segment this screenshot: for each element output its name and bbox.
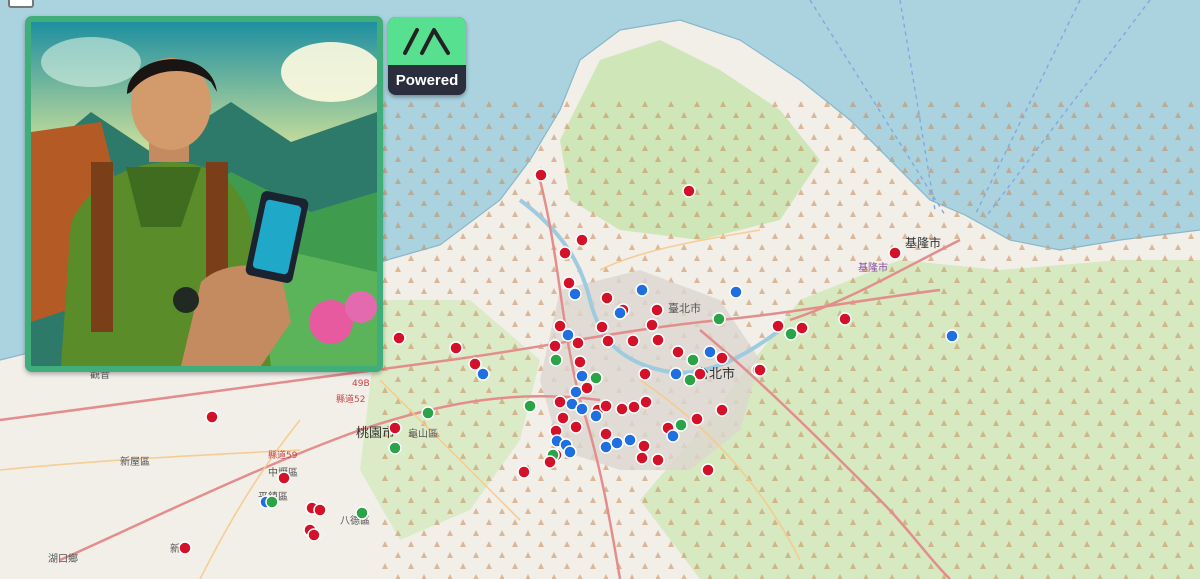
green-marker[interactable] [589, 371, 603, 385]
red-marker[interactable] [682, 184, 696, 198]
green-marker[interactable] [523, 399, 537, 413]
red-marker[interactable] [651, 453, 665, 467]
red-marker[interactable] [562, 276, 576, 290]
hiker-image [31, 22, 377, 366]
red-marker[interactable] [517, 465, 531, 479]
blue-marker[interactable] [599, 440, 613, 454]
powered-badge[interactable]: Powered [388, 17, 466, 95]
red-marker[interactable] [543, 455, 557, 469]
red-marker[interactable] [534, 168, 548, 182]
red-marker[interactable] [715, 403, 729, 417]
green-marker[interactable] [683, 373, 697, 387]
green-marker[interactable] [712, 312, 726, 326]
red-marker[interactable] [715, 351, 729, 365]
red-marker[interactable] [558, 246, 572, 260]
red-marker[interactable] [599, 399, 613, 413]
red-marker[interactable] [838, 312, 852, 326]
green-marker[interactable] [388, 441, 402, 455]
blue-marker[interactable] [476, 367, 490, 381]
green-marker[interactable] [784, 327, 798, 341]
label-road-52: 縣道52 [336, 393, 365, 405]
green-marker[interactable] [355, 506, 369, 520]
red-marker[interactable] [468, 357, 482, 371]
red-marker[interactable] [651, 333, 665, 347]
zoom-out-button[interactable]: − [8, 0, 34, 8]
logo-icon [403, 28, 450, 55]
red-marker[interactable] [753, 363, 767, 377]
blue-marker[interactable] [563, 445, 577, 459]
label-keelung2: 基隆市 [858, 261, 888, 274]
label-hukou: 湖口鄉 [48, 552, 78, 565]
blue-marker[interactable] [610, 436, 624, 450]
red-marker[interactable] [888, 246, 902, 260]
red-marker[interactable] [313, 503, 327, 517]
blue-marker[interactable] [561, 328, 575, 342]
label-xinwu: 新屋區 [120, 455, 150, 468]
red-marker[interactable] [650, 303, 664, 317]
blue-marker[interactable] [568, 287, 582, 301]
red-marker[interactable] [388, 421, 402, 435]
green-marker[interactable] [549, 353, 563, 367]
blue-marker[interactable] [635, 283, 649, 297]
red-marker[interactable] [635, 451, 649, 465]
red-marker[interactable] [277, 471, 291, 485]
blue-marker[interactable] [669, 367, 683, 381]
blue-marker[interactable] [703, 345, 717, 359]
red-marker[interactable] [795, 321, 809, 335]
red-marker[interactable] [639, 395, 653, 409]
blue-marker[interactable] [575, 369, 589, 383]
blue-marker[interactable] [575, 402, 589, 416]
red-marker[interactable] [615, 402, 629, 416]
red-marker[interactable] [307, 528, 321, 542]
green-marker[interactable] [421, 406, 435, 420]
red-marker[interactable] [178, 541, 192, 555]
red-marker[interactable] [627, 400, 641, 414]
red-marker[interactable] [569, 420, 583, 434]
green-marker[interactable] [674, 418, 688, 432]
blue-marker[interactable] [589, 409, 603, 423]
red-marker[interactable] [580, 381, 594, 395]
hiker-illustration [25, 16, 383, 372]
red-marker[interactable] [571, 336, 585, 350]
red-marker[interactable] [595, 320, 609, 334]
red-marker[interactable] [449, 341, 463, 355]
red-marker[interactable] [573, 355, 587, 369]
red-marker[interactable] [599, 427, 613, 441]
red-marker[interactable] [771, 319, 785, 333]
green-marker[interactable] [686, 353, 700, 367]
red-marker[interactable] [638, 367, 652, 381]
blue-marker[interactable] [569, 385, 583, 399]
red-marker[interactable] [671, 345, 685, 359]
red-marker[interactable] [392, 331, 406, 345]
label-road-49b: 49B [352, 379, 370, 389]
green-marker[interactable] [265, 495, 279, 509]
red-marker[interactable] [205, 410, 219, 424]
red-marker[interactable] [690, 412, 704, 426]
red-marker[interactable] [601, 334, 615, 348]
red-marker[interactable] [637, 439, 651, 453]
red-marker[interactable] [556, 411, 570, 425]
blue-marker[interactable] [623, 433, 637, 447]
label-road-59: 縣道59 [268, 449, 298, 461]
logo-caption: Powered [395, 71, 459, 89]
red-marker[interactable] [701, 463, 715, 477]
label-guishan: 龜山區 [408, 427, 438, 440]
blue-marker[interactable] [945, 329, 959, 343]
label-taipei: 臺北市 [668, 301, 701, 315]
red-marker[interactable] [600, 291, 614, 305]
red-marker[interactable] [645, 318, 659, 332]
red-marker[interactable] [575, 233, 589, 247]
label-keelung: 基隆市 [905, 235, 941, 250]
red-marker[interactable] [626, 334, 640, 348]
blue-marker[interactable] [666, 429, 680, 443]
logo-mark [388, 17, 466, 65]
blue-marker[interactable] [613, 306, 627, 320]
red-marker[interactable] [553, 395, 567, 409]
red-marker[interactable] [548, 339, 562, 353]
blue-marker[interactable] [729, 285, 743, 299]
